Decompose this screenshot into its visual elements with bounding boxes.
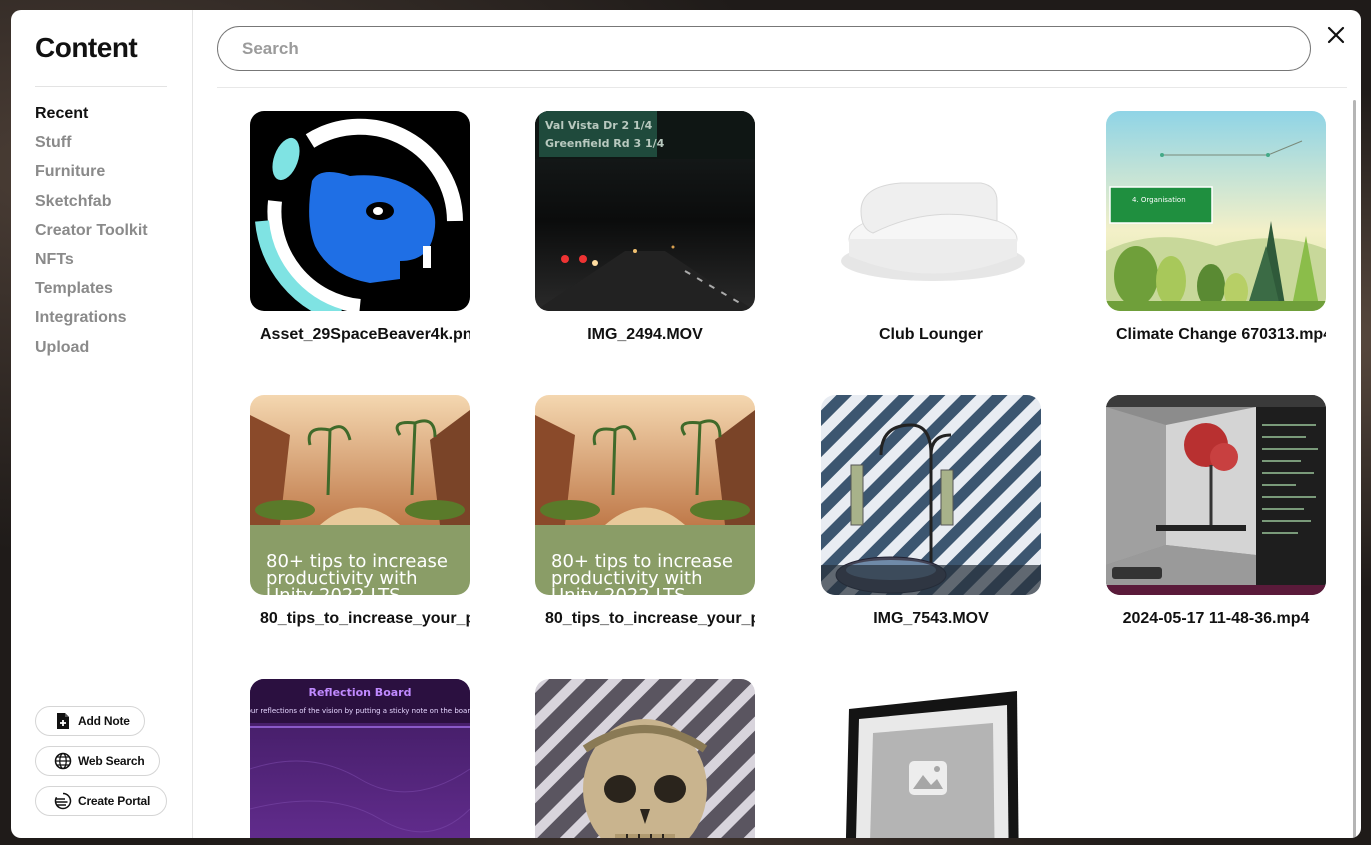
item-name: 80_tips_to_increase_your_productivity (260, 610, 470, 627)
close-button[interactable] (1325, 24, 1347, 46)
content-item[interactable]: 2024-05-17 11-48-36.mp4 (1106, 395, 1326, 629)
content-item[interactable]: 80+ tips to increase productivity with U… (535, 395, 755, 629)
nav-item-nfts[interactable]: NFTs (35, 250, 148, 279)
content-item[interactable]: Asset_29SpaceBeaver4k.png (250, 111, 470, 345)
grid-divider (217, 87, 1347, 88)
board-subtitle: Share your reflections of the vision by … (250, 707, 470, 715)
content-item[interactable]: 80+ tips to increase productivity with U… (250, 395, 470, 629)
nav-item-furniture[interactable]: Furniture (35, 162, 148, 191)
thumbnail-bird-feeder (821, 395, 1041, 595)
forest-scene-icon: 4. Organisation (1106, 111, 1326, 311)
content-item[interactable] (535, 679, 755, 838)
note-add-icon (54, 712, 72, 730)
nav-item-templates[interactable]: Templates (35, 279, 148, 308)
content-scrollbar[interactable] (1353, 100, 1356, 838)
create-portal-button[interactable]: Create Portal (35, 786, 167, 816)
close-icon (1327, 26, 1345, 44)
item-name: Asset_29SpaceBeaver4k.png (260, 326, 470, 343)
sidebar-title: Content (35, 32, 138, 63)
content-modal: Content Recent Stuff Furniture Sketchfab… (11, 10, 1361, 838)
item-name: 2024-05-17 11-48-36.mp4 (1122, 610, 1310, 627)
space-beaver-logo-icon (250, 111, 470, 311)
nav-item-recent[interactable]: Recent (35, 104, 148, 133)
web-search-button[interactable]: Web Search (35, 746, 160, 776)
content-item[interactable]: Club Lounger (821, 111, 1041, 345)
item-name: Climate Change 670313.mp4 (1116, 326, 1326, 343)
promo-overlay-text: 80+ tips to increase productivity with U… (250, 525, 470, 595)
sidebar-divider (35, 86, 167, 87)
night-highway-icon: Val Vista Dr 2 1/4 Greenfield Rd 3 1/4 (535, 111, 755, 311)
sign-line-2: Greenfield Rd 3 1/4 (545, 137, 665, 150)
white-lounger-icon (821, 111, 1041, 311)
item-name: IMG_2494.MOV (587, 326, 703, 343)
bird-feeder-icon (821, 395, 1041, 595)
content-item[interactable] (821, 679, 1041, 838)
thumbnail-skull-photo (535, 679, 755, 838)
thumbnail-forest-scene: 4. Organisation (1106, 111, 1326, 311)
promo-overlay-text: 80+ tips to increase productivity with U… (535, 525, 755, 595)
content-item[interactable]: Val Vista Dr 2 1/4 Greenfield Rd 3 1/4 I… (535, 111, 755, 345)
board-title: Reflection Board (309, 686, 412, 699)
nav-item-upload[interactable]: Upload (35, 338, 148, 367)
item-name: IMG_7543.MOV (873, 610, 989, 627)
editor-screen-icon (1106, 395, 1326, 595)
content-item[interactable]: 4. Organisation Climate Change 670313.mp… (1106, 111, 1326, 345)
sign-line-1: Val Vista Dr 2 1/4 (545, 119, 653, 132)
create-portal-label: Create Portal (78, 794, 151, 808)
thumbnail-space-beaver (250, 111, 470, 311)
thumbnail-club-lounger (821, 111, 1041, 311)
picture-frame-icon (821, 679, 1041, 838)
item-name: 80_tips_to_increase_your_productivity (545, 610, 755, 627)
nav-item-creator-toolkit[interactable]: Creator Toolkit (35, 221, 148, 250)
item-name: Club Lounger (879, 326, 983, 343)
content-item[interactable]: IMG_7543.MOV (821, 395, 1041, 629)
thumbnail-desert-oasis: 80+ tips to increase productivity with U… (535, 395, 755, 595)
thumbnail-reflection-board: Reflection Board Share your reflections … (250, 679, 470, 838)
add-note-label: Add Note (78, 714, 130, 728)
content-item[interactable]: Reflection Board Share your reflections … (250, 679, 470, 838)
thumbnail-night-highway: Val Vista Dr 2 1/4 Greenfield Rd 3 1/4 (535, 111, 755, 311)
search-input[interactable] (218, 27, 1310, 70)
portal-icon (54, 792, 72, 810)
add-note-button[interactable]: Add Note (35, 706, 145, 736)
nav-item-integrations[interactable]: Integrations (35, 308, 148, 337)
reflection-board-icon: Reflection Board Share your reflections … (250, 679, 470, 838)
thumbnail-picture-frame (821, 679, 1041, 838)
content-sidebar: Content Recent Stuff Furniture Sketchfab… (11, 10, 193, 838)
thumbnail-desert-oasis: 80+ tips to increase productivity with U… (250, 395, 470, 595)
thumbnail-editor-screen (1106, 395, 1326, 595)
skull-photo-icon (535, 679, 755, 838)
search-bar (217, 26, 1311, 71)
globe-icon (54, 752, 72, 770)
nav-item-stuff[interactable]: Stuff (35, 133, 148, 162)
sidebar-nav: Recent Stuff Furniture Sketchfab Creator… (35, 104, 148, 367)
forest-sign-text: 4. Organisation (1132, 196, 1186, 204)
web-search-label: Web Search (78, 754, 145, 768)
nav-item-sketchfab[interactable]: Sketchfab (35, 192, 148, 221)
